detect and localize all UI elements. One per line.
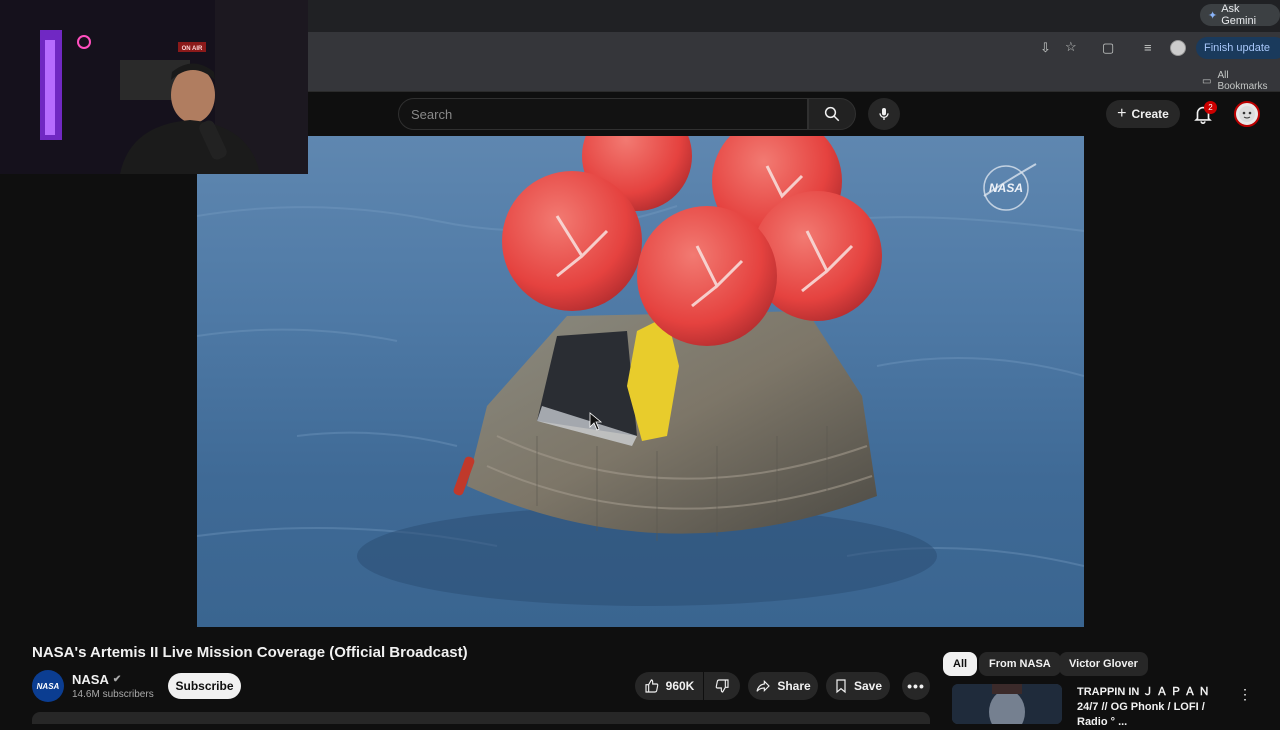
avatar-face-icon xyxy=(1239,106,1255,122)
microphone-icon xyxy=(879,108,889,120)
chip-from-nasa[interactable]: From NASA xyxy=(979,652,1061,676)
chip-label: From NASA xyxy=(989,658,1051,670)
dislike-button[interactable] xyxy=(704,672,740,700)
chip-victor-glover[interactable]: Victor Glover xyxy=(1059,652,1148,676)
more-actions-button[interactable]: ••• xyxy=(902,672,930,700)
like-button[interactable]: 960K xyxy=(635,672,703,700)
like-count: 960K xyxy=(665,679,695,693)
chip-all[interactable]: All xyxy=(943,652,978,676)
subscribe-button[interactable]: Subscribe xyxy=(168,673,241,699)
video-frame-orion-capsule xyxy=(197,136,1084,606)
video-player[interactable] xyxy=(197,136,1084,627)
recommendation-title[interactable]: TRAPPIN IN Ｊ Ａ Ｐ Ａ Ｎ 24/7 // OG Phonk / … xyxy=(1077,685,1227,730)
bookmark-icon xyxy=(836,679,846,694)
plus-icon: + xyxy=(1117,105,1127,122)
thumbnail-image xyxy=(952,684,1062,724)
finish-update-label: Finish update xyxy=(1204,42,1271,54)
recommendation-thumbnail[interactable] xyxy=(952,684,1062,724)
share-label: Share xyxy=(777,679,811,693)
reading-list-icon[interactable]: ≡ xyxy=(1144,40,1152,55)
thumbs-down-icon xyxy=(715,679,729,693)
video-title: NASA's Artemis II Live Mission Coverage … xyxy=(32,644,468,661)
nasa-watermark-logo: NASA xyxy=(978,160,1038,212)
all-bookmarks-label: All Bookmarks xyxy=(1217,70,1268,92)
ask-gemini-button[interactable]: ✦ Ask Gemini xyxy=(1200,3,1280,27)
chip-label: All xyxy=(953,658,968,670)
thumbs-up-icon xyxy=(645,679,658,693)
channel-name-link[interactable]: NASA ✔ xyxy=(72,672,121,687)
voice-search-button[interactable] xyxy=(868,98,900,130)
finish-update-button[interactable]: Finish update xyxy=(1196,37,1280,59)
account-avatar[interactable] xyxy=(1234,101,1260,127)
search-box[interactable] xyxy=(398,98,808,130)
nasa-watermark-text: NASA xyxy=(989,181,1023,195)
channel-logo-text: NASA xyxy=(36,681,60,691)
browser-profile-icon[interactable] xyxy=(1170,40,1186,56)
channel-avatar[interactable]: NASA xyxy=(32,670,64,702)
gemini-spark-icon: ✦ xyxy=(1208,9,1218,22)
notification-badge: 2 xyxy=(1204,101,1217,114)
create-label: Create xyxy=(1131,107,1169,121)
create-button[interactable]: + Create xyxy=(1106,100,1180,128)
search-input[interactable] xyxy=(411,106,807,122)
share-arrow-icon xyxy=(756,679,771,693)
verified-check-icon: ✔ xyxy=(112,674,122,685)
bookmark-star-icon[interactable]: ☆ xyxy=(1065,39,1077,55)
more-vertical-icon[interactable]: ⋮ xyxy=(1238,686,1252,703)
search-button[interactable] xyxy=(808,98,856,130)
subscriber-count: 14.6M subscribers xyxy=(72,689,154,700)
search-icon xyxy=(824,106,840,122)
ask-gemini-label: Ask Gemini xyxy=(1221,3,1257,27)
more-horizontal-icon: ••• xyxy=(907,678,925,694)
share-button[interactable]: Share xyxy=(748,672,818,700)
streamer-webcam-overlay: ON AIR xyxy=(0,0,308,174)
install-app-icon[interactable]: ⇩ xyxy=(1040,40,1051,56)
side-panel-icon[interactable]: ▢ xyxy=(1102,40,1114,56)
subscribe-label: Subscribe xyxy=(175,679,234,693)
chip-label: Victor Glover xyxy=(1069,658,1138,670)
save-button[interactable]: Save xyxy=(826,672,890,700)
all-bookmarks-button[interactable]: ▭ All Bookmarks xyxy=(1202,70,1280,92)
on-air-sign: ON AIR xyxy=(182,46,203,52)
folder-icon: ▭ xyxy=(1202,75,1212,87)
save-label: Save xyxy=(853,679,883,693)
channel-name: NASA xyxy=(72,672,109,687)
description-box[interactable] xyxy=(32,712,930,724)
